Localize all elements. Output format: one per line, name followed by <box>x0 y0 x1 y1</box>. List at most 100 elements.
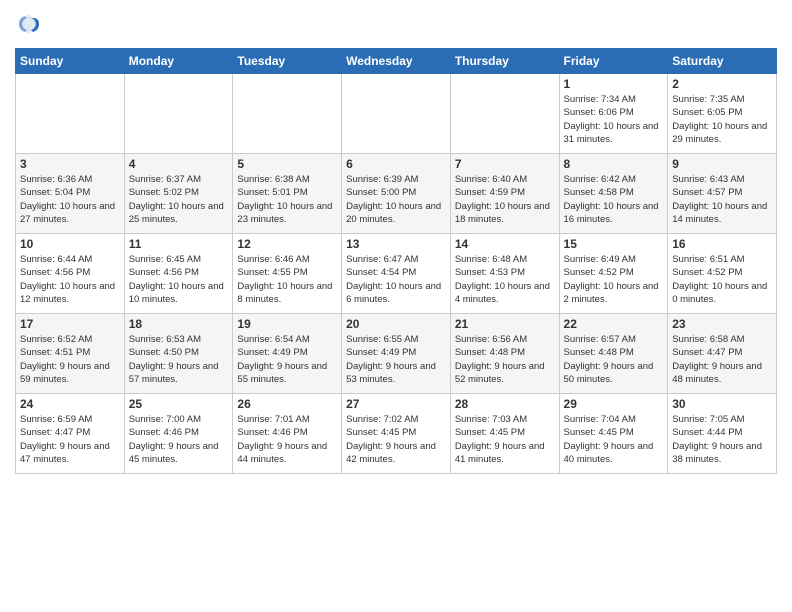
day-number: 1 <box>564 77 664 91</box>
day-number: 26 <box>237 397 337 411</box>
day-number: 12 <box>237 237 337 251</box>
day-info: Sunrise: 7:03 AM Sunset: 4:45 PM Dayligh… <box>455 413 555 466</box>
day-info: Sunrise: 6:43 AM Sunset: 4:57 PM Dayligh… <box>672 173 772 226</box>
calendar-body: 1 Sunrise: 7:34 AM Sunset: 6:06 PM Daylig… <box>16 74 777 474</box>
day-cell: 6 Sunrise: 6:39 AM Sunset: 5:00 PM Daylig… <box>342 154 451 234</box>
day-cell: 1 Sunrise: 7:34 AM Sunset: 6:06 PM Daylig… <box>559 74 668 154</box>
day-number: 18 <box>129 317 229 331</box>
day-info: Sunrise: 6:56 AM Sunset: 4:48 PM Dayligh… <box>455 333 555 386</box>
day-number: 10 <box>20 237 120 251</box>
day-number: 20 <box>346 317 446 331</box>
day-info: Sunrise: 6:52 AM Sunset: 4:51 PM Dayligh… <box>20 333 120 386</box>
day-cell: 18 Sunrise: 6:53 AM Sunset: 4:50 PM Dayli… <box>124 314 233 394</box>
day-cell <box>233 74 342 154</box>
day-info: Sunrise: 7:02 AM Sunset: 4:45 PM Dayligh… <box>346 413 446 466</box>
day-info: Sunrise: 6:38 AM Sunset: 5:01 PM Dayligh… <box>237 173 337 226</box>
day-cell: 9Sunrise: 6:43 AM Sunset: 4:57 PM Daylig… <box>668 154 777 234</box>
day-cell: 28 Sunrise: 7:03 AM Sunset: 4:45 PM Dayli… <box>450 394 559 474</box>
logo-icon <box>15 10 43 38</box>
day-number: 23 <box>672 317 772 331</box>
day-cell: 21 Sunrise: 6:56 AM Sunset: 4:48 PM Dayli… <box>450 314 559 394</box>
day-number: 15 <box>564 237 664 251</box>
day-cell: 8 Sunrise: 6:42 AM Sunset: 4:58 PM Daylig… <box>559 154 668 234</box>
day-info: Sunrise: 6:39 AM Sunset: 5:00 PM Dayligh… <box>346 173 446 226</box>
day-cell: 13 Sunrise: 6:47 AM Sunset: 4:54 PM Dayli… <box>342 234 451 314</box>
day-info: Sunrise: 6:36 AM Sunset: 5:04 PM Dayligh… <box>20 173 120 226</box>
day-cell: 2Sunrise: 7:35 AM Sunset: 6:05 PM Daylig… <box>668 74 777 154</box>
day-number: 6 <box>346 157 446 171</box>
day-header-saturday: Saturday <box>668 49 777 74</box>
week-row-1: 1 Sunrise: 7:34 AM Sunset: 6:06 PM Daylig… <box>16 74 777 154</box>
day-number: 11 <box>129 237 229 251</box>
day-cell <box>450 74 559 154</box>
day-cell: 15 Sunrise: 6:49 AM Sunset: 4:52 PM Dayli… <box>559 234 668 314</box>
day-info: Sunrise: 6:49 AM Sunset: 4:52 PM Dayligh… <box>564 253 664 306</box>
day-number: 24 <box>20 397 120 411</box>
day-number: 22 <box>564 317 664 331</box>
day-cell: 22 Sunrise: 6:57 AM Sunset: 4:48 PM Dayli… <box>559 314 668 394</box>
day-info: Sunrise: 7:05 AM Sunset: 4:44 PM Dayligh… <box>672 413 772 466</box>
day-cell: 16 Sunrise: 6:51 AM Sunset: 4:52 PM Dayli… <box>668 234 777 314</box>
calendar: SundayMondayTuesdayWednesdayThursdayFrid… <box>15 48 777 474</box>
day-number: 13 <box>346 237 446 251</box>
day-info: Sunrise: 6:59 AM Sunset: 4:47 PM Dayligh… <box>20 413 120 466</box>
day-info: Sunrise: 7:35 AM Sunset: 6:05 PM Dayligh… <box>672 93 772 146</box>
week-row-3: 10 Sunrise: 6:44 AM Sunset: 4:56 PM Dayli… <box>16 234 777 314</box>
day-info: Sunrise: 7:00 AM Sunset: 4:46 PM Dayligh… <box>129 413 229 466</box>
day-cell: 5 Sunrise: 6:38 AM Sunset: 5:01 PM Daylig… <box>233 154 342 234</box>
day-cell: 12 Sunrise: 6:46 AM Sunset: 4:55 PM Dayli… <box>233 234 342 314</box>
day-cell: 24 Sunrise: 6:59 AM Sunset: 4:47 PM Dayli… <box>16 394 125 474</box>
day-info: Sunrise: 6:48 AM Sunset: 4:53 PM Dayligh… <box>455 253 555 306</box>
header-row: SundayMondayTuesdayWednesdayThursdayFrid… <box>16 49 777 74</box>
week-row-4: 17 Sunrise: 6:52 AM Sunset: 4:51 PM Dayli… <box>16 314 777 394</box>
day-info: Sunrise: 6:53 AM Sunset: 4:50 PM Dayligh… <box>129 333 229 386</box>
day-number: 19 <box>237 317 337 331</box>
day-number: 27 <box>346 397 446 411</box>
day-info: Sunrise: 6:37 AM Sunset: 5:02 PM Dayligh… <box>129 173 229 226</box>
day-cell: 7 Sunrise: 6:40 AM Sunset: 4:59 PM Daylig… <box>450 154 559 234</box>
day-header-wednesday: Wednesday <box>342 49 451 74</box>
day-info: Sunrise: 6:42 AM Sunset: 4:58 PM Dayligh… <box>564 173 664 226</box>
day-cell: 27 Sunrise: 7:02 AM Sunset: 4:45 PM Dayli… <box>342 394 451 474</box>
day-number: 16 <box>672 237 772 251</box>
day-cell <box>124 74 233 154</box>
day-number: 21 <box>455 317 555 331</box>
day-cell: 25 Sunrise: 7:00 AM Sunset: 4:46 PM Dayli… <box>124 394 233 474</box>
day-info: Sunrise: 6:44 AM Sunset: 4:56 PM Dayligh… <box>20 253 120 306</box>
day-cell: 4 Sunrise: 6:37 AM Sunset: 5:02 PM Daylig… <box>124 154 233 234</box>
day-number: 25 <box>129 397 229 411</box>
day-info: Sunrise: 6:46 AM Sunset: 4:55 PM Dayligh… <box>237 253 337 306</box>
day-cell: 26Sunrise: 7:01 AM Sunset: 4:46 PM Dayli… <box>233 394 342 474</box>
day-header-monday: Monday <box>124 49 233 74</box>
header <box>15 10 777 38</box>
day-cell: 20Sunrise: 6:55 AM Sunset: 4:49 PM Dayli… <box>342 314 451 394</box>
day-number: 8 <box>564 157 664 171</box>
day-number: 29 <box>564 397 664 411</box>
day-cell: 19Sunrise: 6:54 AM Sunset: 4:49 PM Dayli… <box>233 314 342 394</box>
day-info: Sunrise: 6:40 AM Sunset: 4:59 PM Dayligh… <box>455 173 555 226</box>
week-row-2: 3 Sunrise: 6:36 AM Sunset: 5:04 PM Daylig… <box>16 154 777 234</box>
day-cell <box>342 74 451 154</box>
day-header-sunday: Sunday <box>16 49 125 74</box>
day-cell: 30 Sunrise: 7:05 AM Sunset: 4:44 PM Dayli… <box>668 394 777 474</box>
day-number: 3 <box>20 157 120 171</box>
page: SundayMondayTuesdayWednesdayThursdayFrid… <box>0 0 792 484</box>
day-info: Sunrise: 7:04 AM Sunset: 4:45 PM Dayligh… <box>564 413 664 466</box>
day-info: Sunrise: 7:34 AM Sunset: 6:06 PM Dayligh… <box>564 93 664 146</box>
day-cell: 11Sunrise: 6:45 AM Sunset: 4:56 PM Dayli… <box>124 234 233 314</box>
day-number: 4 <box>129 157 229 171</box>
day-cell: 17 Sunrise: 6:52 AM Sunset: 4:51 PM Dayli… <box>16 314 125 394</box>
day-info: Sunrise: 6:51 AM Sunset: 4:52 PM Dayligh… <box>672 253 772 306</box>
day-cell <box>16 74 125 154</box>
day-number: 28 <box>455 397 555 411</box>
week-row-5: 24 Sunrise: 6:59 AM Sunset: 4:47 PM Dayli… <box>16 394 777 474</box>
day-info: Sunrise: 6:47 AM Sunset: 4:54 PM Dayligh… <box>346 253 446 306</box>
day-number: 17 <box>20 317 120 331</box>
day-number: 7 <box>455 157 555 171</box>
day-cell: 10 Sunrise: 6:44 AM Sunset: 4:56 PM Dayli… <box>16 234 125 314</box>
calendar-header: SundayMondayTuesdayWednesdayThursdayFrid… <box>16 49 777 74</box>
day-info: Sunrise: 6:57 AM Sunset: 4:48 PM Dayligh… <box>564 333 664 386</box>
day-header-tuesday: Tuesday <box>233 49 342 74</box>
day-number: 30 <box>672 397 772 411</box>
day-number: 5 <box>237 157 337 171</box>
